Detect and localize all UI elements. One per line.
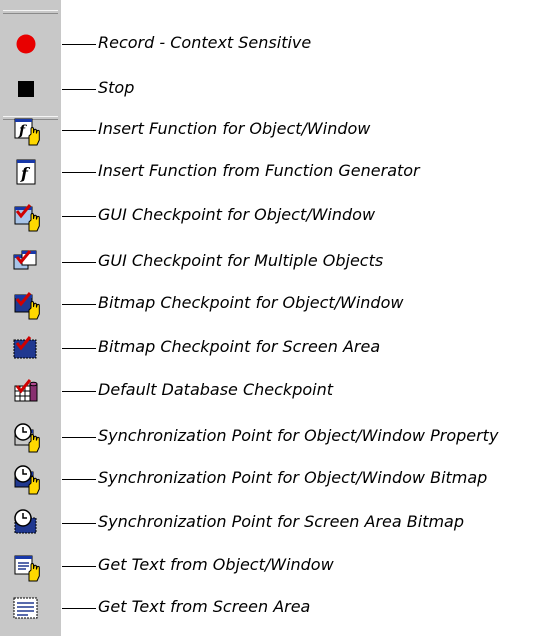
database-checkpoint-icon bbox=[10, 375, 42, 407]
bitmap-checkpoint-for-screen-area-label: Bitmap Checkpoint for Screen Area bbox=[98, 337, 381, 356]
bitmap-checkpoint-for-object-window-label: Bitmap Checkpoint for Object/Window bbox=[98, 293, 404, 312]
insert-function-from-function-generator-label: Insert Function from Function Generator bbox=[98, 161, 420, 180]
leader-line bbox=[62, 304, 96, 305]
vertical-toolbar: ff bbox=[0, 0, 61, 636]
record-context-sensitive-label: Record - Context Sensitive bbox=[98, 33, 312, 52]
default-database-checkpoint-label: Default Database Checkpoint bbox=[98, 380, 333, 399]
insert-function-for-object-window-button[interactable]: f bbox=[10, 114, 42, 146]
stop-square-icon bbox=[10, 73, 42, 105]
sync-property-icon bbox=[10, 421, 42, 453]
synchronization-point-for-object-window-property-button[interactable] bbox=[10, 421, 42, 453]
bitmap-checkpoint-for-screen-area-button[interactable] bbox=[10, 332, 42, 364]
bitmap-checkpoint-for-object-window-button[interactable] bbox=[10, 288, 42, 320]
gui-checkpoint-object-icon bbox=[10, 200, 42, 232]
leader-line bbox=[62, 130, 96, 131]
leader-line bbox=[62, 437, 96, 438]
sync-bitmap-icon bbox=[10, 463, 42, 495]
synchronization-point-for-screen-area-bitmap-label: Synchronization Point for Screen Area Bi… bbox=[98, 512, 465, 531]
get-text-area-icon bbox=[10, 592, 42, 624]
sync-area-bitmap-icon bbox=[10, 507, 42, 539]
synchronization-point-for-object-window-property-label: Synchronization Point for Object/Window … bbox=[98, 426, 499, 445]
leader-line bbox=[62, 44, 96, 45]
get-text-from-object-window-label: Get Text from Object/Window bbox=[98, 555, 334, 574]
synchronization-point-for-screen-area-bitmap-button[interactable] bbox=[10, 507, 42, 539]
stop-button[interactable] bbox=[10, 73, 42, 105]
get-text-from-screen-area-label: Get Text from Screen Area bbox=[98, 597, 311, 616]
stop-label: Stop bbox=[98, 78, 135, 97]
record-dot-icon bbox=[10, 28, 42, 60]
default-database-checkpoint-button[interactable] bbox=[10, 375, 42, 407]
leader-line bbox=[62, 216, 96, 217]
synchronization-point-for-object-window-bitmap-label: Synchronization Point for Object/Window … bbox=[98, 468, 488, 487]
get-text-object-icon bbox=[10, 550, 42, 582]
leader-line bbox=[62, 89, 96, 90]
leader-line bbox=[62, 348, 96, 349]
gui-checkpoint-multiple-icon bbox=[10, 246, 42, 278]
record-context-sensitive-button[interactable] bbox=[10, 28, 42, 60]
bitmap-checkpoint-area-icon bbox=[10, 332, 42, 364]
function-generator-icon: f bbox=[10, 156, 42, 188]
gui-checkpoint-for-object-window-button[interactable] bbox=[10, 200, 42, 232]
gui-checkpoint-for-object-window-label: GUI Checkpoint for Object/Window bbox=[98, 205, 376, 224]
leader-line bbox=[62, 566, 96, 567]
insert-function-object-icon: f bbox=[10, 114, 42, 146]
gui-checkpoint-for-multiple-objects-label: GUI Checkpoint for Multiple Objects bbox=[98, 251, 384, 270]
leader-line bbox=[62, 523, 96, 524]
synchronization-point-for-object-window-bitmap-button[interactable] bbox=[10, 463, 42, 495]
leader-line bbox=[62, 479, 96, 480]
leader-line bbox=[62, 172, 96, 173]
leader-line bbox=[62, 391, 96, 392]
insert-function-from-function-generator-button[interactable]: f bbox=[10, 156, 42, 188]
gui-checkpoint-for-multiple-objects-button[interactable] bbox=[10, 246, 42, 278]
leader-line bbox=[62, 608, 96, 609]
leader-line bbox=[62, 262, 96, 263]
bitmap-checkpoint-object-icon bbox=[10, 288, 42, 320]
get-text-from-screen-area-button[interactable] bbox=[10, 592, 42, 624]
toolbar-grip[interactable] bbox=[3, 10, 58, 14]
insert-function-for-object-window-label: Insert Function for Object/Window bbox=[98, 119, 371, 138]
get-text-from-object-window-button[interactable] bbox=[10, 550, 42, 582]
